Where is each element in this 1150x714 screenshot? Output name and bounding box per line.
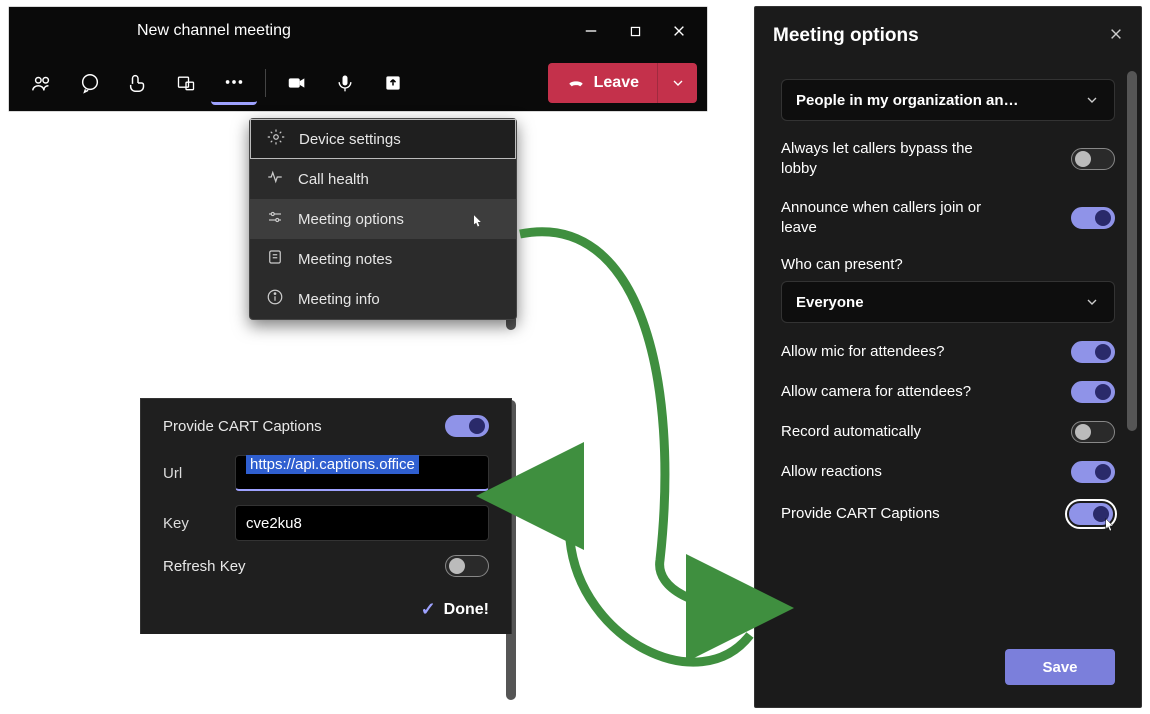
people-icon[interactable] — [19, 61, 65, 105]
options-title: Meeting options — [773, 25, 919, 47]
menu-device-settings[interactable]: Device settings — [250, 119, 516, 159]
scrollbar[interactable] — [1127, 71, 1137, 431]
present-label: Who can present? — [781, 256, 1115, 273]
camera-icon[interactable] — [274, 61, 320, 105]
refresh-label: Refresh Key — [163, 558, 246, 575]
minimize-button[interactable] — [571, 16, 611, 46]
url-label: Url — [163, 465, 213, 482]
rooms-icon[interactable] — [163, 61, 209, 105]
save-button[interactable]: Save — [1005, 649, 1115, 685]
window-title: New channel meeting — [137, 22, 571, 40]
announce-label: Announce when callers join or leave — [781, 198, 1011, 239]
cursor-icon — [1099, 516, 1119, 541]
cursor-icon — [468, 213, 486, 234]
info-icon — [266, 288, 284, 310]
chevron-down-icon — [1084, 294, 1100, 310]
close-button[interactable] — [659, 16, 699, 46]
key-label: Key — [163, 515, 213, 532]
menu-meeting-notes[interactable]: Meeting notes — [250, 239, 516, 279]
camera-toggle[interactable] — [1071, 381, 1115, 403]
sliders-icon — [266, 208, 284, 230]
reactions-icon[interactable] — [115, 61, 161, 105]
maximize-button[interactable] — [615, 16, 655, 46]
menu-call-health[interactable]: Call health — [250, 159, 516, 199]
gear-icon — [267, 128, 285, 150]
url-value: https://api.captions.office — [246, 455, 419, 474]
key-value: cve2ku8 — [246, 515, 302, 532]
bypass-label: Always let callers bypass the lobby — [781, 139, 1011, 180]
leave-dropdown[interactable] — [657, 63, 697, 103]
menu-label: Call health — [298, 171, 369, 188]
reactions-toggle[interactable] — [1071, 461, 1115, 483]
done-row: ✓ Done! — [163, 599, 489, 620]
meeting-toolbar: Leave — [9, 55, 707, 111]
url-input[interactable]: https://api.captions.office — [235, 455, 489, 491]
bypass-toggle[interactable] — [1071, 148, 1115, 170]
cart-toggle[interactable] — [445, 415, 489, 437]
mic-label: Allow mic for attendees? — [781, 342, 944, 362]
record-label: Record automatically — [781, 422, 921, 442]
more-actions-button[interactable] — [211, 61, 257, 105]
camera-label: Allow camera for attendees? — [781, 382, 971, 402]
chevron-down-icon — [1084, 92, 1100, 108]
key-input[interactable]: cve2ku8 — [235, 505, 489, 541]
close-icon[interactable] — [1109, 27, 1123, 46]
meeting-options-panel: Meeting options People in my organizatio… — [754, 6, 1142, 708]
titlebar: New channel meeting — [9, 7, 707, 55]
check-icon: ✓ — [421, 599, 436, 620]
leave-label: Leave — [594, 74, 639, 92]
menu-label: Meeting notes — [298, 251, 392, 268]
record-toggle[interactable] — [1071, 421, 1115, 443]
meeting-window: New channel meeting — [8, 6, 708, 112]
chat-icon[interactable] — [67, 61, 113, 105]
more-menu: Device settings Call health Meeting opti… — [249, 118, 517, 320]
menu-label: Meeting info — [298, 291, 380, 308]
leave-group: Leave — [548, 63, 697, 103]
menu-label: Device settings — [299, 131, 401, 148]
notes-icon — [266, 248, 284, 270]
mic-toggle[interactable] — [1071, 341, 1115, 363]
menu-label: Meeting options — [298, 211, 404, 228]
cart-panel: Provide CART Captions Url https://api.ca… — [140, 398, 512, 634]
share-icon[interactable] — [370, 61, 416, 105]
done-label: Done! — [444, 601, 489, 619]
cart-title: Provide CART Captions — [163, 418, 322, 435]
present-dropdown[interactable]: Everyone — [781, 281, 1115, 323]
menu-meeting-options[interactable]: Meeting options — [250, 199, 516, 239]
mic-icon[interactable] — [322, 61, 368, 105]
announce-toggle[interactable] — [1071, 207, 1115, 229]
present-value: Everyone — [796, 294, 864, 311]
reactions-label: Allow reactions — [781, 462, 882, 482]
toolbar-divider — [265, 69, 266, 97]
lobby-dropdown[interactable]: People in my organization an… — [781, 79, 1115, 121]
cart-opt-label: Provide CART Captions — [781, 504, 940, 524]
pulse-icon — [266, 168, 284, 190]
leave-button[interactable]: Leave — [548, 63, 657, 103]
refresh-toggle[interactable] — [445, 555, 489, 577]
lobby-value: People in my organization an… — [796, 92, 1019, 109]
menu-meeting-info[interactable]: Meeting info — [250, 279, 516, 319]
